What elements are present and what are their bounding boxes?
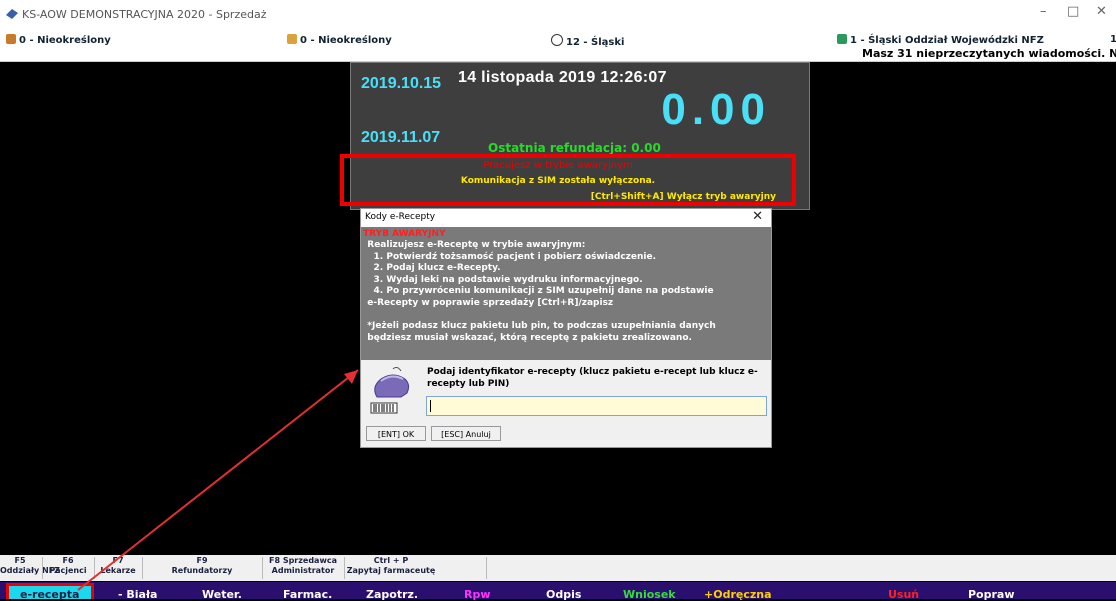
app-icon (6, 9, 18, 19)
divider (486, 557, 487, 579)
maximize-button[interactable]: □ (1067, 4, 1079, 19)
emergency-mode-title: TRYB AWARYJNY (363, 229, 446, 239)
instruction-line: Realizujesz e-Receptę w trybie awaryjnym… (361, 240, 586, 250)
instruction-line: *Jeżeli podasz klucz pakietu lub pin, to… (361, 321, 716, 332)
tab-farmac[interactable]: Farmac. (283, 588, 332, 601)
instructions: Realizujesz e-Receptę w trybie awaryjnym… (361, 240, 771, 344)
close-window-button[interactable]: ✕ (1096, 4, 1107, 19)
cancel-button[interactable]: [ESC] Anuluj (431, 426, 501, 441)
tab-zapotrz[interactable]: Zapotrz. (366, 588, 418, 601)
tab-weter[interactable]: Weter. (202, 588, 242, 601)
tab-biala[interactable]: - Biała (118, 588, 157, 601)
window-title: KS-AOW DEMONSTRACYJNA 2020 - Sprzedaż (22, 8, 267, 21)
instruction-line: 2. Podaj klucz e-Recepty. (361, 263, 501, 274)
fkey-label: Zapytaj farmaceutę (346, 566, 436, 575)
patient-info[interactable]: 0 - Nieokreślony (287, 34, 392, 46)
divider (42, 557, 43, 579)
fkey-code: F6 (62, 556, 74, 565)
divider (262, 557, 263, 579)
ok-button[interactable]: [ENT] OK (366, 426, 426, 441)
prescription-id-input[interactable] (426, 396, 767, 416)
building-icon (6, 34, 16, 44)
fkey-code: F8 Sprzedawca (269, 556, 337, 565)
fkey-ask-pharmacist[interactable]: Ctrl + P Zapytaj farmaceutę (346, 556, 436, 576)
tab-odreczna[interactable]: +Odręczna (704, 588, 772, 601)
messages-notice[interactable]: Masz 31 nieprzeczytanych wiadomości. Nac… (862, 47, 1116, 60)
fkey-label: Refundatorzy (171, 566, 233, 575)
minimize-button[interactable]: – (1040, 4, 1047, 19)
close-icon[interactable]: ✕ (752, 209, 763, 224)
fkey-patients[interactable]: F6 Pacjenci (44, 556, 92, 576)
last-refund: Ostatnia refundacja: 0.00 (488, 141, 661, 155)
title-bar: KS-AOW DEMONSTRACYJNA 2020 - Sprzedaż – … (0, 0, 1116, 30)
fkey-doctors[interactable]: F7 Lekarze (96, 556, 140, 576)
person-icon (287, 34, 297, 44)
instruction-line: 3. Wydaj leki na podstawie wydruku infor… (361, 274, 643, 285)
dialog-title-bar: Kody e-Recepty ✕ (361, 209, 771, 227)
tab-e-recepta[interactable]: e-recepta (20, 588, 79, 601)
date-start: 2019.10.15 (361, 75, 442, 92)
total-amount: 0.00 (661, 85, 771, 134)
globe-icon (551, 34, 563, 46)
barcode-scanner-icon (370, 367, 410, 414)
divider (94, 557, 95, 579)
tab-popraw[interactable]: Popraw (968, 588, 1015, 601)
tab-wniosek[interactable]: Wniosek (623, 588, 676, 601)
fkey-refunders[interactable]: F9 Refundatorzy (144, 556, 260, 576)
divider (142, 557, 143, 579)
date-end: 2019.11.07 (361, 129, 441, 146)
disable-emergency-shortcut[interactable]: [Ctrl+Shift+A] Wyłącz tryb awaryjny (591, 192, 776, 202)
dialog-title: Kody e-Recepty (365, 212, 436, 222)
fkey-code: F7 (112, 556, 124, 565)
tab-usun[interactable]: Usuń (888, 588, 919, 601)
fkey-label: Pacjenci (49, 566, 87, 575)
department-info[interactable]: 0 - Nieokreślony (6, 34, 111, 46)
department-label: 0 - Nieokreślony (19, 35, 111, 46)
tab-rpw[interactable]: Rpw (464, 588, 491, 601)
instruction-line: będziesz musiał wskazać, którą receptę z… (361, 332, 692, 343)
nfz-edge-text: 1 (1110, 34, 1116, 45)
nfz-label: 1 - Śląski Oddział Wojewódzki NFZ (850, 35, 1044, 46)
fkey-seller[interactable]: F8 Sprzedawca Administrator (264, 556, 342, 576)
fkey-label: Lekarze (100, 566, 136, 575)
patient-label: 0 - Nieokreślony (300, 35, 392, 46)
sim-status: Komunikacja z SIM została wyłączona. (460, 176, 656, 186)
nfz-icon (837, 34, 847, 44)
fkey-label: Administrator (271, 566, 335, 575)
divider (344, 557, 345, 579)
emergency-mode-warning: Pracujesz w trybie awaryjnym (483, 160, 633, 171)
dialog-instructions-area: TRYB AWARYJNY Realizujesz e-Receptę w tr… (361, 227, 771, 360)
fkey-code: F5 (14, 556, 26, 565)
fkey-code: F9 (196, 556, 208, 565)
tab-odpis[interactable]: Odpis (546, 588, 581, 601)
region-info[interactable]: 12 - Śląski (551, 34, 624, 48)
region-label: 12 - Śląski (566, 37, 625, 48)
id-prompt: Podaj identyfikator e-recepty (klucz pak… (427, 367, 758, 389)
instruction-line (361, 310, 771, 322)
text-caret (430, 400, 431, 412)
fkey-label: Oddziały NFZ (0, 566, 60, 575)
function-key-bar: F5 Oddziały NFZ F6 Pacjenci F7 Lekarze F9 Re… (0, 555, 1116, 581)
e-prescription-dialog: Kody e-Recepty ✕ TRYB AWARYJNY Realizuje… (360, 208, 772, 448)
instruction-line: 1. Potwierdź tożsamość pacjent i pobierz… (361, 251, 657, 262)
instruction-line: 4. Po przywróceniu komunikacji z SIM uzu… (361, 286, 714, 297)
instruction-line: e-Recepty w poprawie sprzedaży [Ctrl+R]/… (361, 297, 614, 308)
fkey-code: Ctrl + P (373, 556, 409, 565)
fkey-nfz-departments[interactable]: F5 Oddziały NFZ (0, 556, 60, 576)
current-datetime: 14 listopada 2019 12:26:07 (458, 69, 667, 86)
nfz-info[interactable]: 1 - Śląski Oddział Wojewódzki NFZ (837, 34, 1044, 46)
